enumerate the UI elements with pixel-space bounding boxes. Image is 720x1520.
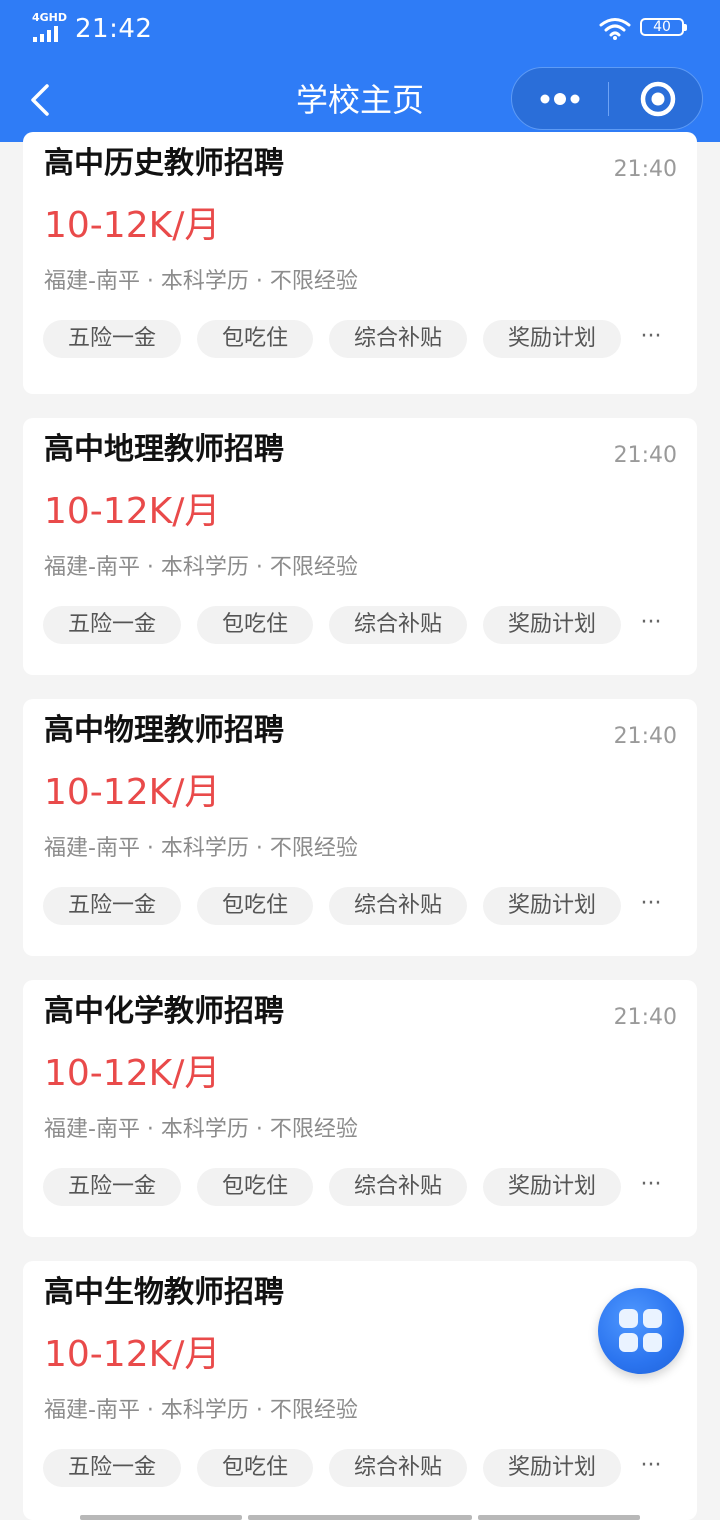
tag-benefit: 综合补贴 — [329, 1168, 467, 1206]
job-title: 高中化学教师招聘 — [44, 994, 284, 1029]
job-title: 高中历史教师招聘 — [44, 146, 284, 181]
job-card[interactable]: 高中物理教师招聘 21:40 10-12K/月 福建-南平 · 本科学历 · 不… — [23, 699, 697, 956]
job-card[interactable]: 高中历史教师招聘 21:40 10-12K/月 福建-南平 · 本科学历 · 不… — [23, 132, 697, 394]
tag-benefit: 五险一金 — [43, 1168, 181, 1206]
tag-benefit: 奖励计划 — [483, 1449, 621, 1487]
bottom-indicator — [80, 1515, 242, 1520]
tag-benefit: 奖励计划 — [483, 1168, 621, 1206]
job-info: 福建-南平 · 本科学历 · 不限经验 — [44, 836, 358, 861]
tag-benefit: 综合补贴 — [329, 1449, 467, 1487]
more-tags-ellipsis: ··· — [640, 324, 662, 349]
target-circle-icon — [640, 81, 676, 117]
tag-benefit: 五险一金 — [43, 1449, 181, 1487]
tag-benefit: 包吃住 — [197, 887, 313, 925]
wifi-icon — [599, 18, 631, 40]
more-tags-ellipsis: ··· — [640, 610, 662, 635]
job-time: 21:40 — [613, 443, 677, 468]
tag-benefit: 包吃住 — [197, 1168, 313, 1206]
job-card[interactable]: 高中地理教师招聘 21:40 10-12K/月 福建-南平 · 本科学历 · 不… — [23, 418, 697, 675]
job-card[interactable]: 高中生物教师招聘 10-12K/月 福建-南平 · 本科学历 · 不限经验 五险… — [23, 1261, 697, 1520]
tag-benefit: 五险一金 — [43, 320, 181, 358]
status-bar: 4GHD 21:42 40 — [0, 0, 720, 58]
tag-benefit: 包吃住 — [197, 1449, 313, 1487]
tag-benefit: 综合补贴 — [329, 887, 467, 925]
close-button[interactable] — [609, 68, 703, 129]
job-title: 高中生物教师招聘 — [44, 1275, 284, 1310]
job-info: 福建-南平 · 本科学历 · 不限经验 — [44, 1117, 358, 1142]
job-title: 高中地理教师招聘 — [44, 432, 284, 467]
tag-benefit: 奖励计划 — [483, 606, 621, 644]
tag-benefit: 五险一金 — [43, 887, 181, 925]
bottom-indicator — [248, 1515, 472, 1520]
tag-benefit: 奖励计划 — [483, 320, 621, 358]
job-title: 高中物理教师招聘 — [44, 713, 284, 748]
job-time: 21:40 — [613, 157, 677, 182]
tag-benefit: 包吃住 — [197, 606, 313, 644]
more-tags-ellipsis: ··· — [640, 1172, 662, 1197]
job-info: 福建-南平 · 本科学历 · 不限经验 — [44, 269, 358, 294]
job-salary: 10-12K/月 — [44, 491, 221, 532]
tag-benefit: 综合补贴 — [329, 320, 467, 358]
mini-program-capsule — [511, 67, 703, 130]
job-time: 21:40 — [613, 1005, 677, 1030]
more-tags-ellipsis: ··· — [640, 1453, 662, 1478]
status-time: 21:42 — [75, 14, 153, 44]
bottom-indicator — [478, 1515, 640, 1520]
job-salary: 10-12K/月 — [44, 1334, 221, 1375]
floating-menu-button[interactable] — [598, 1288, 684, 1374]
tag-benefit: 奖励计划 — [483, 887, 621, 925]
more-button[interactable] — [512, 68, 608, 129]
job-salary: 10-12K/月 — [44, 772, 221, 813]
signal-bars-icon — [33, 26, 58, 42]
top-bar: 4GHD 21:42 40 学校主页 — [0, 0, 720, 142]
network-type: 4GHD — [32, 11, 68, 24]
job-info: 福建-南平 · 本科学历 · 不限经验 — [44, 555, 358, 580]
job-card[interactable]: 高中化学教师招聘 21:40 10-12K/月 福建-南平 · 本科学历 · 不… — [23, 980, 697, 1237]
job-salary: 10-12K/月 — [44, 1053, 221, 1094]
more-dots-icon — [540, 93, 580, 105]
battery-icon: 40 — [640, 18, 687, 36]
job-info: 福建-南平 · 本科学历 · 不限经验 — [44, 1398, 358, 1423]
more-tags-ellipsis: ··· — [640, 891, 662, 916]
job-time: 21:40 — [613, 724, 677, 749]
tag-benefit: 五险一金 — [43, 606, 181, 644]
signal-indicator: 4GHD — [32, 11, 68, 42]
job-salary: 10-12K/月 — [44, 205, 221, 246]
tag-benefit: 综合补贴 — [329, 606, 467, 644]
tag-benefit: 包吃住 — [197, 320, 313, 358]
